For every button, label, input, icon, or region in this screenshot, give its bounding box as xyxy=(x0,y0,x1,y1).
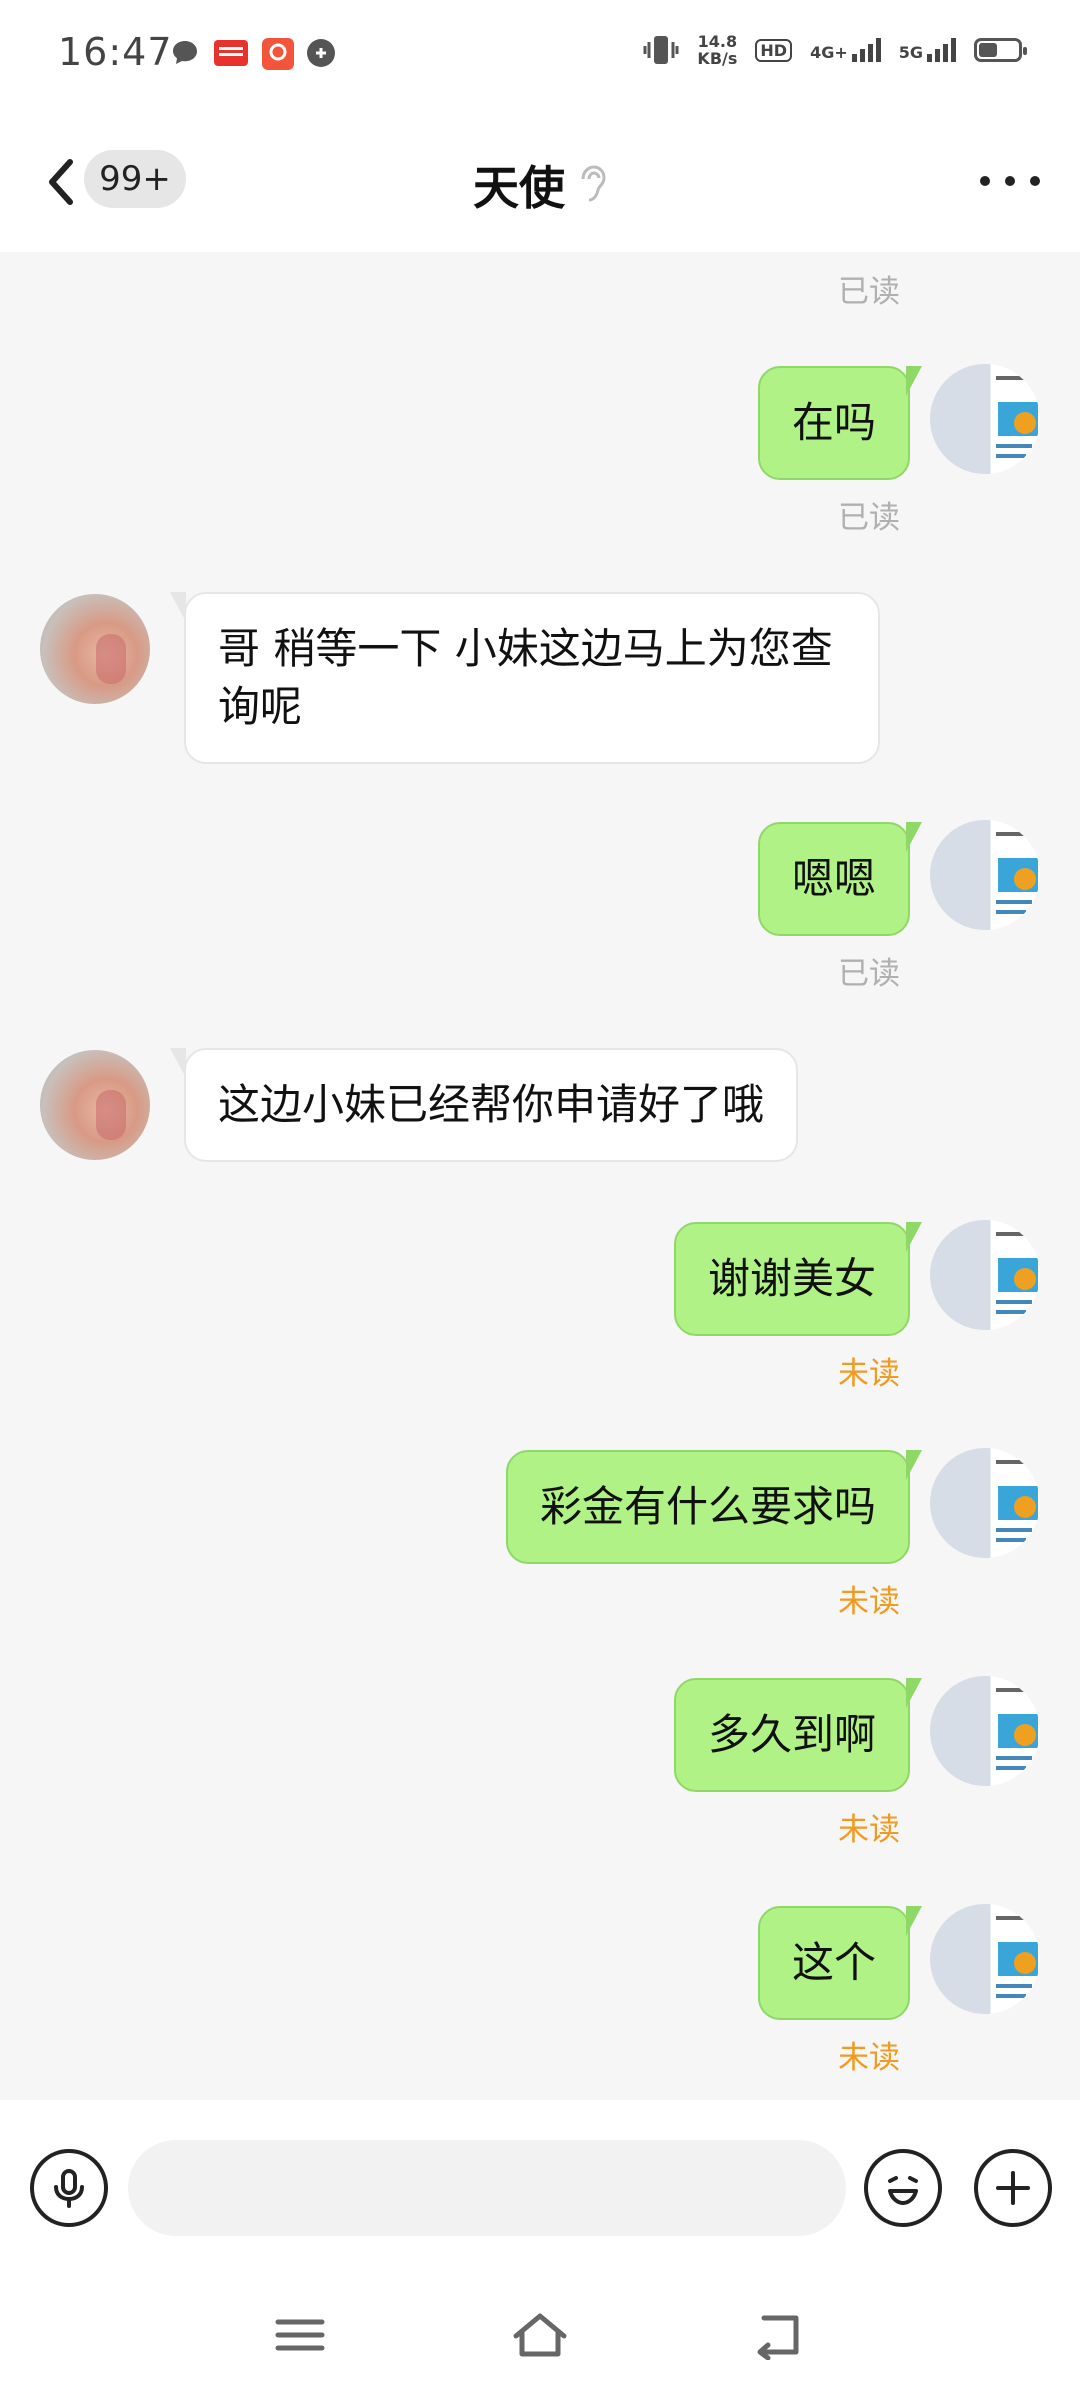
my-avatar[interactable] xyxy=(930,364,1040,474)
net-speed-unit: KB/s xyxy=(697,49,738,68)
net-speed: 14.8 KB/s xyxy=(697,33,737,67)
message-status: 未读 xyxy=(838,1356,900,1392)
voice-input-button[interactable] xyxy=(30,2149,108,2227)
my-avatar[interactable] xyxy=(930,1676,1040,1786)
emoji-button[interactable] xyxy=(864,2149,942,2227)
more-menu-icon[interactable] xyxy=(980,168,1040,194)
message-input[interactable] xyxy=(128,2140,846,2236)
message-list[interactable]: 已读 在吗 已读 哥 稍等一下 小妹这边马上为您查询呢 嗯嗯 已读 这边小妹已经… xyxy=(0,252,1080,2100)
input-bar xyxy=(0,2100,1080,2270)
net-speed-value: 14.8 xyxy=(697,32,738,51)
game-icon xyxy=(307,39,335,67)
contact-avatar[interactable] xyxy=(40,594,150,704)
page-title: 天使 xyxy=(473,161,565,215)
message-status: 已读 xyxy=(838,956,900,992)
page-title-wrapper: 天使 xyxy=(0,152,1080,218)
message-status: 已读 xyxy=(838,500,900,536)
app-icon xyxy=(262,38,294,70)
my-message-bubble[interactable]: 彩金有什么要求吗 xyxy=(505,1450,923,1564)
my-avatar[interactable] xyxy=(930,1448,1040,1558)
my-avatar[interactable] xyxy=(930,1220,1040,1330)
home-icon[interactable] xyxy=(510,2310,570,2360)
chat-header: 99+ 天使 xyxy=(0,112,1080,252)
vibrate-icon xyxy=(643,36,679,64)
chat-bubble-icon xyxy=(173,41,197,64)
sim2-label: 5G xyxy=(898,43,923,62)
battery-icon xyxy=(974,38,1027,62)
sim1-label: 4G+ xyxy=(810,43,848,62)
plus-icon xyxy=(996,2171,1030,2205)
my-message-bubble[interactable]: 谢谢美女 xyxy=(673,1222,923,1336)
ear-icon xyxy=(581,165,606,202)
contact-message-bubble[interactable]: 哥 稍等一下 小妹这边马上为您查询呢 xyxy=(170,592,880,764)
status-time: 16:47 xyxy=(58,30,173,74)
message-status: 未读 xyxy=(838,2040,900,2076)
signal-bars-2-icon xyxy=(927,38,956,62)
system-nav-bar xyxy=(0,2270,1080,2400)
my-message-bubble[interactable]: 在吗 xyxy=(757,366,923,480)
message-status: 未读 xyxy=(838,1812,900,1848)
hd-badge: HD xyxy=(755,38,793,62)
microphone-icon xyxy=(54,2169,84,2208)
message-status: 已读 xyxy=(838,274,900,310)
my-avatar[interactable] xyxy=(930,1904,1040,2014)
back-nav-icon[interactable] xyxy=(750,2310,810,2360)
contact-avatar[interactable] xyxy=(40,1050,150,1160)
menu-icon[interactable] xyxy=(270,2310,330,2360)
status-right-group: 14.8 KB/s HD 4G+ 5G xyxy=(643,32,1027,68)
my-message-bubble[interactable]: 嗯嗯 xyxy=(757,822,923,936)
status-bar: 16:47 14.8 KB/s HD 4G+ 5G xyxy=(0,0,1080,112)
my-message-bubble[interactable]: 这个 xyxy=(757,1906,923,2020)
more-options-button[interactable] xyxy=(974,2149,1052,2227)
message-status: 未读 xyxy=(838,1584,900,1620)
signal-bars-1-icon xyxy=(851,38,881,62)
emoji-icon xyxy=(888,2176,918,2205)
toutiao-app-icon xyxy=(214,40,248,66)
my-avatar[interactable] xyxy=(930,820,1040,930)
my-message-bubble[interactable]: 多久到啊 xyxy=(673,1678,923,1792)
contact-message-bubble[interactable]: 这边小妹已经帮你申请好了哦 xyxy=(169,1048,799,1162)
